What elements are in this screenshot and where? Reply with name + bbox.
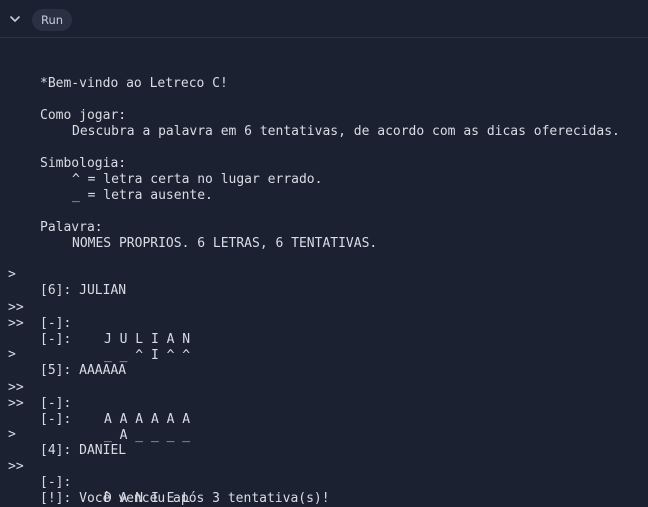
symbol-caret-text: ^ = letra certa no lugar errado. (72, 172, 323, 187)
how-to-text-line: Descubra a palavra em 6 tentativas, de a… (0, 108, 620, 139)
symbol-underscore-line: _ = letra ausente. (0, 172, 213, 203)
attempt-hints-label: [-]: (40, 332, 72, 347)
result-line: [!]: Você venceu após 3 tentativa(s)! (0, 475, 330, 506)
symbol-underscore-text: _ = letra ausente. (72, 188, 213, 203)
how-to-text: Descubra a palavra em 6 tentativas, de a… (72, 124, 620, 139)
word-info: NOMES PROPRIOS. 6 LETRAS, 6 TENTATIVAS. (72, 236, 378, 251)
attempt-letters-label: [-]: (40, 396, 72, 411)
output-prompt: >> (8, 316, 24, 331)
welcome-line: *Bem-vindo ao Letreco C! (0, 60, 228, 91)
console-toolbar: Run (0, 0, 648, 38)
attempt-input-line: > [6]: JULIAN (0, 251, 126, 298)
attempt-letters-line: >> [-]: D A N I E L (0, 443, 190, 506)
result-text: [!]: Você venceu após 3 tentativa(s)! (40, 491, 330, 506)
how-to-title: Como jogar: (40, 108, 127, 123)
symbols-title: Simbologia: (40, 156, 127, 171)
input-prompt: > (8, 427, 16, 442)
output-prompt: >> (8, 396, 24, 411)
symbols-title-line: Simbologia: (0, 140, 126, 171)
attempt-letters-label: [-]: (40, 475, 72, 490)
attempt-hints: _ A _ _ _ _ (104, 428, 191, 443)
attempt-input-line: > [5]: AAAAAA (0, 331, 126, 378)
word-info-line: NOMES PROPRIOS. 6 LETRAS, 6 TENTATIVAS. (0, 220, 377, 251)
attempt-letters-line: >> [-]: A A A A A A (0, 364, 190, 427)
attempt-hints-line: >> [-]: _ A _ _ _ _ (0, 380, 190, 443)
attempt-letters-line: >> [-]: J U L I A N (0, 284, 190, 347)
attempt-hints-label: [-]: (40, 412, 72, 427)
attempt-input: [5]: AAAAAA (40, 363, 127, 378)
attempt-input-line: > [4]: DANIEL (0, 411, 126, 458)
attempt-letters: J U L I A N (104, 332, 191, 347)
welcome-text: *Bem-vindo ao Letreco C! (40, 76, 228, 91)
run-button[interactable]: Run (32, 9, 73, 31)
symbol-caret-line: ^ = letra certa no lugar errado. (0, 156, 322, 187)
attempt-hints-line: >> [-]: _ _ ^ I ^ ^ (0, 300, 190, 363)
input-prompt: > (8, 347, 16, 362)
attempt-letters-label: [-]: (40, 316, 72, 331)
attempt-input: [4]: DANIEL (40, 443, 127, 458)
chevron-down-icon[interactable] (9, 13, 21, 25)
console-output: *Bem-vindo ao Letreco C! Como jogar: Des… (0, 38, 648, 507)
attempt-letters: A A A A A A (104, 412, 191, 427)
word-title-line: Palavra: (0, 204, 103, 235)
attempt-input: [6]: JULIAN (40, 283, 127, 298)
word-title: Palavra: (40, 220, 103, 235)
how-to-title-line: Como jogar: (0, 92, 126, 123)
output-prompt: >> (8, 459, 24, 474)
attempt-hints: _ _ ^ I ^ ^ (104, 348, 191, 363)
input-prompt: > (8, 267, 16, 282)
